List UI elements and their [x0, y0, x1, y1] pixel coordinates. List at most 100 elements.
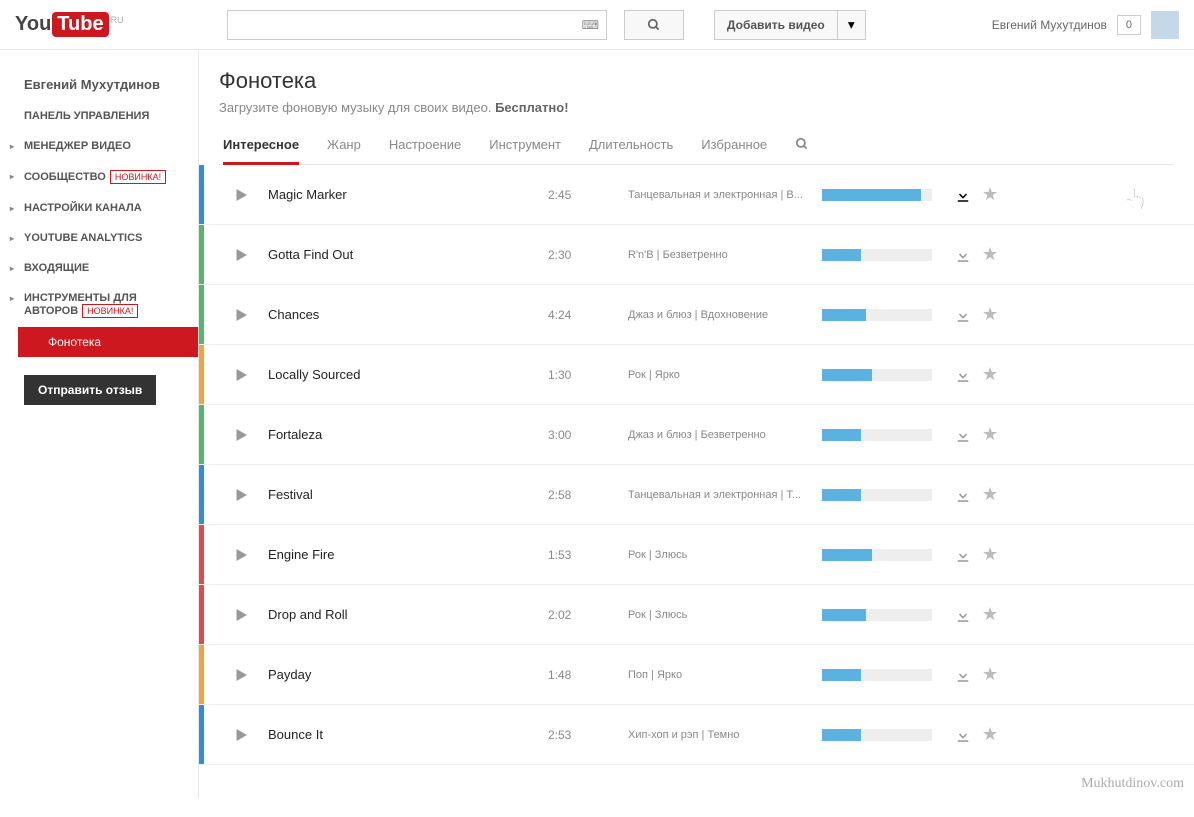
upload-button[interactable]: Добавить видео — [714, 10, 838, 40]
upload-dropdown[interactable]: ▾ — [838, 10, 866, 40]
track-duration: 1:30 — [548, 368, 628, 382]
play-button[interactable] — [232, 366, 250, 384]
track-row: Magic Marker2:45Танцевальная и электронн… — [199, 165, 1194, 225]
download-button[interactable] — [954, 546, 972, 564]
download-button[interactable] — [954, 246, 972, 264]
track-name: Engine Fire — [268, 547, 548, 562]
watermark: Mukhutdinov.com — [1081, 776, 1184, 792]
download-button[interactable] — [954, 486, 972, 504]
download-button[interactable] — [954, 666, 972, 684]
tab-5[interactable]: Избранное — [701, 137, 767, 164]
logo[interactable]: You Tube RU — [15, 12, 122, 37]
track-name: Festival — [268, 487, 548, 502]
tab-search-icon[interactable] — [795, 137, 809, 164]
upload-wrap: Добавить видео ▾ — [714, 10, 866, 40]
track-name: Magic Marker — [268, 187, 548, 202]
search-button[interactable] — [624, 10, 684, 40]
tab-4[interactable]: Длительность — [589, 137, 673, 164]
play-button[interactable] — [232, 546, 250, 564]
search-wrap: ⌨ — [227, 10, 684, 40]
track-name: Locally Sourced — [268, 367, 548, 382]
sidebar-item-1[interactable]: ▸ МЕНЕДЖЕР ВИДЕО — [0, 131, 198, 161]
genre-stripe — [199, 225, 204, 284]
track-list: Magic Marker2:45Танцевальная и электронн… — [199, 165, 1194, 765]
sidebar-active-sub[interactable]: Фонотека — [18, 327, 198, 357]
track-name: Payday — [268, 667, 548, 682]
play-button[interactable] — [232, 426, 250, 444]
subtitle-strong: Бесплатно! — [495, 100, 568, 115]
track-name: Chances — [268, 307, 548, 322]
avatar[interactable] — [1151, 11, 1179, 39]
download-button[interactable] — [954, 366, 972, 384]
feedback-button[interactable]: Отправить отзыв — [24, 375, 156, 405]
logo-tube: Tube — [52, 12, 108, 37]
user-name[interactable]: Евгений Мухутдинов — [992, 18, 1107, 32]
track-name: Fortaleza — [268, 427, 548, 442]
new-badge: НОВИНКА! — [110, 170, 166, 184]
sidebar-item-2[interactable]: ▸СООБЩЕСТВОНОВИНКА! — [0, 161, 198, 193]
sidebar-item-3[interactable]: ▸НАСТРОЙКИ КАНАЛА — [0, 193, 198, 223]
favorite-button[interactable]: ★ — [982, 724, 998, 745]
sidebar-item-0[interactable]: ПАНЕЛЬ УПРАВЛЕНИЯ — [0, 101, 198, 131]
sidebar-item-label: ВХОДЯЩИЕ — [24, 262, 89, 274]
track-duration: 2:30 — [548, 248, 628, 262]
play-button[interactable] — [232, 246, 250, 264]
cursor-icon: 👆 — [1123, 187, 1148, 212]
track-row: Locally Sourced1:30Рок | Ярко★ — [199, 345, 1194, 405]
favorite-button[interactable]: ★ — [982, 184, 998, 205]
popularity-bar — [822, 429, 932, 441]
favorite-button[interactable]: ★ — [982, 304, 998, 325]
popularity-bar — [822, 189, 932, 201]
sidebar-item-label: НАСТРОЙКИ КАНАЛА — [24, 202, 142, 214]
download-button[interactable] — [954, 306, 972, 324]
download-button[interactable] — [954, 426, 972, 444]
track-duration: 1:53 — [548, 548, 628, 562]
track-tags: Джаз и блюз | Безветренно — [628, 429, 808, 441]
download-button[interactable] — [954, 726, 972, 744]
track-row: Drop and Roll2:02Рок | Злюсь★ — [199, 585, 1194, 645]
sidebar-item-label: МЕНЕДЖЕР ВИДЕО — [24, 140, 131, 152]
download-button[interactable] — [954, 186, 972, 204]
chevron-icon: ▸ — [10, 142, 14, 151]
keyboard-icon[interactable]: ⌨ — [582, 18, 599, 48]
notification-count[interactable]: 0 — [1117, 15, 1141, 35]
favorite-button[interactable]: ★ — [982, 484, 998, 505]
favorite-button[interactable]: ★ — [982, 244, 998, 265]
track-duration: 1:48 — [548, 668, 628, 682]
sidebar-user[interactable]: Евгений Мухутдинов — [0, 68, 198, 101]
sidebar-item-4[interactable]: ▸YOUTUBE ANALYTICS — [0, 223, 198, 253]
track-tags: Танцевальная и электронная | Т... — [628, 489, 808, 501]
favorite-button[interactable]: ★ — [982, 604, 998, 625]
favorite-button[interactable]: ★ — [982, 544, 998, 565]
play-button[interactable] — [232, 306, 250, 324]
play-button[interactable] — [232, 186, 250, 204]
sidebar-item-5[interactable]: ▸ВХОДЯЩИЕ — [0, 253, 198, 283]
track-name: Drop and Roll — [268, 607, 548, 622]
user-area: Евгений Мухутдинов 0 — [992, 11, 1179, 39]
popularity-bar — [822, 549, 932, 561]
favorite-button[interactable]: ★ — [982, 424, 998, 445]
subtitle-text: Загрузите фоновую музыку для своих видео… — [219, 100, 495, 115]
track-row: Payday1:48Поп | Ярко★ — [199, 645, 1194, 705]
genre-stripe — [199, 285, 204, 344]
popularity-bar — [822, 249, 932, 261]
favorite-button[interactable]: ★ — [982, 364, 998, 385]
tab-2[interactable]: Настроение — [389, 137, 461, 164]
track-tags: Танцевальная и электронная | В... — [628, 189, 808, 201]
play-button[interactable] — [232, 486, 250, 504]
track-duration: 2:45 — [548, 188, 628, 202]
play-button[interactable] — [232, 606, 250, 624]
sidebar-item-6[interactable]: ▸ИНСТРУМЕНТЫ ДЛЯ АВТОРОВНОВИНКА! — [0, 283, 198, 327]
tab-3[interactable]: Инструмент — [489, 137, 561, 164]
download-button[interactable] — [954, 606, 972, 624]
track-scroll[interactable]: Magic Marker2:45Танцевальная и электронн… — [199, 165, 1194, 780]
search-input[interactable] — [227, 10, 607, 40]
tab-0[interactable]: Интересное — [223, 137, 299, 165]
play-button[interactable] — [232, 726, 250, 744]
terms-link[interactable]: Условия использования — [199, 765, 1194, 780]
chevron-icon: ▸ — [10, 172, 14, 181]
favorite-button[interactable]: ★ — [982, 664, 998, 685]
play-button[interactable] — [232, 666, 250, 684]
track-duration: 2:58 — [548, 488, 628, 502]
tab-1[interactable]: Жанр — [327, 137, 361, 164]
